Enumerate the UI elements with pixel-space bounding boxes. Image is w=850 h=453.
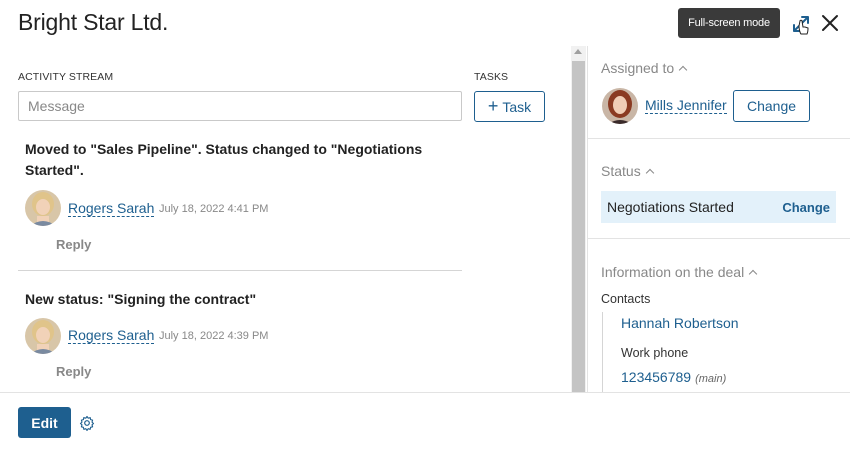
- contacts-indent-line: [602, 312, 603, 392]
- phone-link[interactable]: 123456789 (main): [621, 369, 726, 385]
- deal-info-heading[interactable]: Information on the deal: [601, 264, 758, 280]
- avatar[interactable]: [25, 318, 61, 354]
- status-label: Status: [601, 163, 641, 179]
- deal-info-label: Information on the deal: [601, 264, 745, 280]
- fullscreen-icon[interactable]: [789, 12, 813, 36]
- panel-separator: [588, 238, 850, 239]
- status-heading[interactable]: Status: [601, 163, 654, 179]
- feed-item-text: New status: "Signing the contract": [25, 291, 257, 307]
- scroll-thumb[interactable]: [572, 61, 585, 392]
- phone-number: 123456789: [621, 369, 692, 385]
- gear-icon[interactable]: [79, 415, 95, 431]
- phone-type-note: (main): [695, 373, 727, 385]
- assigned-to-heading[interactable]: Assigned to: [601, 60, 688, 76]
- reply-link[interactable]: Reply: [56, 364, 91, 379]
- contacts-label: Contacts: [601, 292, 651, 306]
- add-task-button[interactable]: + Task: [474, 91, 545, 122]
- footer-separator: [0, 392, 850, 393]
- assignee-avatar[interactable]: [602, 88, 638, 124]
- avatar[interactable]: [25, 190, 61, 226]
- tasks-label: TASKS: [474, 71, 509, 83]
- work-phone-label: Work phone: [621, 346, 689, 360]
- panel-divider: [587, 46, 588, 392]
- close-icon[interactable]: [819, 12, 841, 34]
- assignee-link[interactable]: Mills Jennifer: [645, 97, 727, 114]
- feed-divider: [18, 270, 462, 271]
- panel-separator: [588, 138, 850, 139]
- page-title: Bright Star Ltd.: [18, 9, 169, 35]
- message-input[interactable]: [18, 91, 462, 121]
- timestamp: July 18, 2022 4:39 PM: [159, 330, 269, 342]
- status-box: Negotiations Started Change: [601, 191, 836, 223]
- task-button-label: Task: [502, 98, 532, 115]
- scroll-up-arrow-icon[interactable]: [574, 49, 582, 54]
- change-status-link[interactable]: Change: [782, 200, 830, 215]
- contact-link[interactable]: Hannah Robertson: [621, 315, 739, 331]
- plus-icon: +: [487, 95, 499, 116]
- author-link[interactable]: Rogers Sarah: [68, 200, 155, 217]
- chevron-up-icon: [748, 269, 758, 279]
- author-link[interactable]: Rogers Sarah: [68, 327, 155, 344]
- assigned-to-label: Assigned to: [601, 60, 675, 76]
- feed-scrollbar[interactable]: [571, 46, 586, 392]
- status-value: Negotiations Started: [607, 199, 734, 215]
- edit-button[interactable]: Edit: [18, 407, 71, 438]
- timestamp: July 18, 2022 4:41 PM: [159, 203, 269, 215]
- reply-link[interactable]: Reply: [56, 237, 91, 252]
- change-assignee-button[interactable]: Change: [733, 90, 810, 122]
- chevron-up-icon: [645, 168, 654, 178]
- activity-stream-label: ACTIVITY STREAM: [18, 71, 114, 83]
- feed-item-text: Moved to "Sales Pipeline". Status change…: [25, 141, 423, 178]
- fullscreen-tooltip: Full-screen mode: [678, 8, 780, 38]
- chevron-up-icon: [678, 65, 688, 75]
